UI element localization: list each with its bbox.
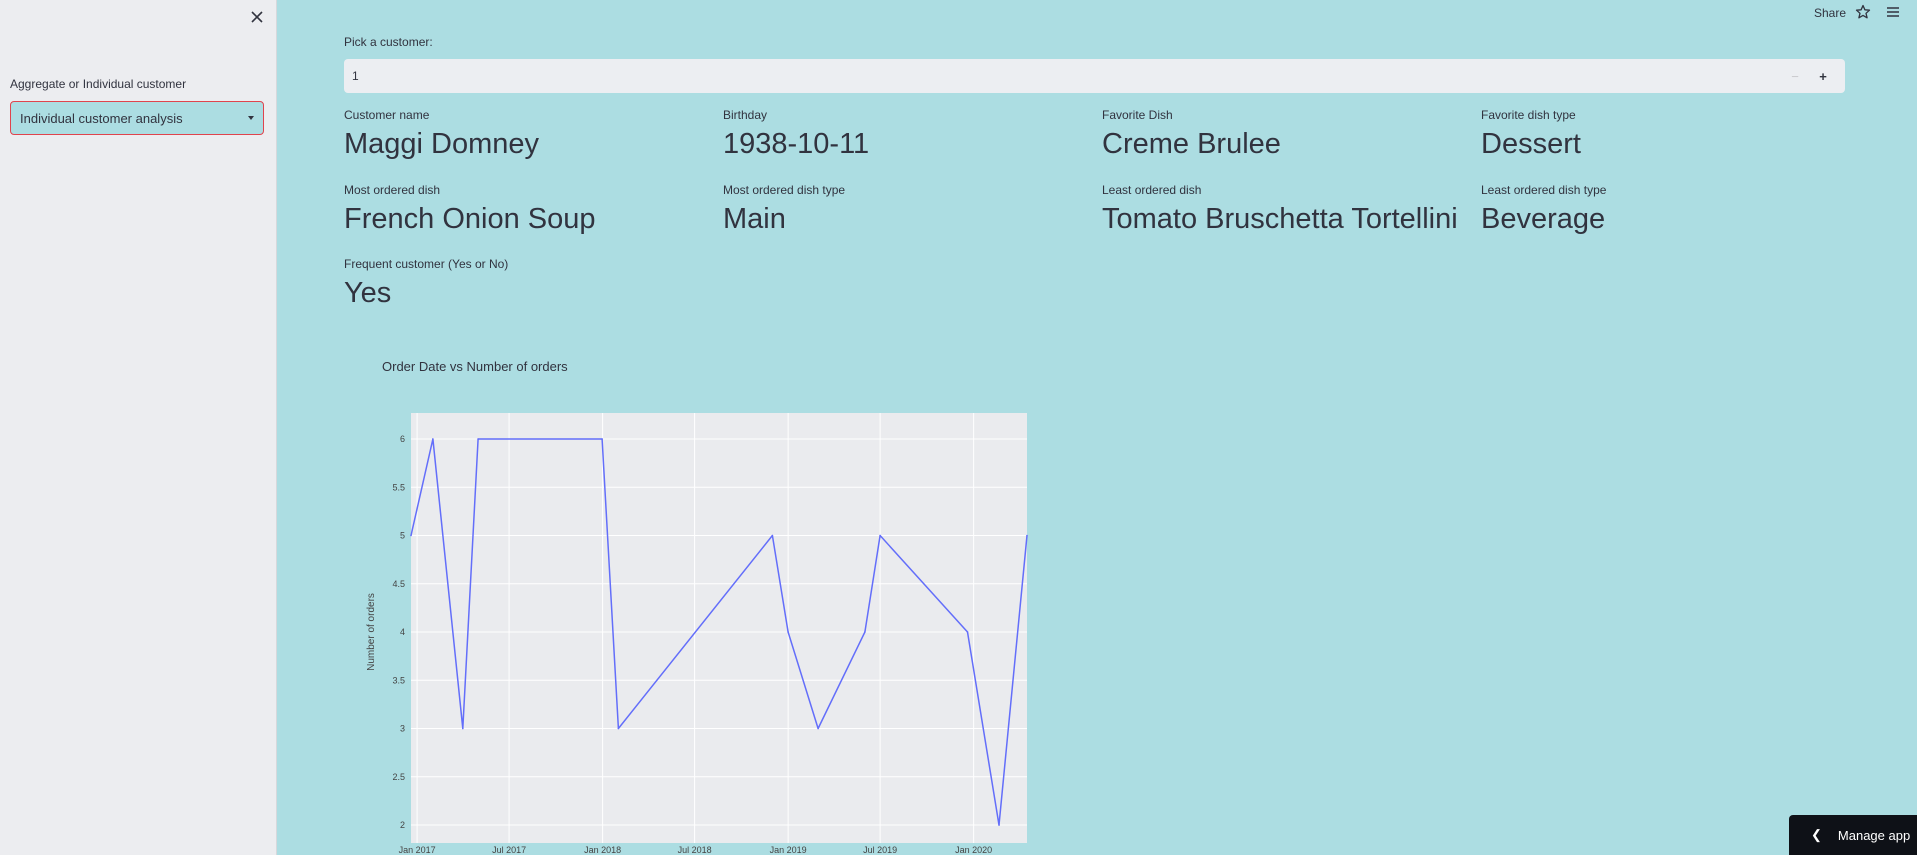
manage-app-label: Manage app	[1837, 827, 1911, 843]
data-point	[864, 631, 866, 633]
metric-favorite-dish: Favorite Dish Creme Brulee	[1102, 108, 1281, 161]
x-tick-label: Jan 2017	[399, 845, 436, 855]
customer-number-value[interactable]: 1	[352, 69, 1781, 83]
data-point	[1026, 534, 1028, 537]
metric-value: French Onion Soup	[344, 203, 596, 235]
x-tick-label: Jul 2018	[678, 845, 712, 855]
x-tick-label: Jan 2019	[770, 845, 807, 855]
data-point	[432, 438, 434, 440]
data-point	[879, 534, 881, 537]
data-point	[477, 438, 479, 440]
y-tick-label: 4.5	[392, 579, 405, 589]
metric-most-ordered-dish-type: Most ordered dish type Main	[723, 183, 845, 236]
star-icon[interactable]	[1855, 4, 1871, 25]
metric-value: Maggi Domney	[344, 128, 540, 160]
metric-label: Most ordered dish type	[723, 183, 846, 197]
metric-label: Customer name	[344, 108, 430, 122]
metric-value: Beverage	[1481, 203, 1606, 235]
metric-label: Birthday	[723, 108, 768, 122]
order-date-line-chart[interactable]: 2 2.5 3 3.5 4 4.5 5 5.5 6 Jan 2017 Jul 2017 Jan 201…	[355, 405, 1035, 855]
chart-title: Order Date vs Number of orders	[382, 359, 568, 374]
metric-value: Yes	[344, 277, 392, 309]
y-tick-label: 6	[400, 434, 405, 444]
x-tick-label: Jul 2019	[863, 845, 897, 855]
metric-least-ordered-dish-type: Least ordered dish type Beverage	[1481, 183, 1606, 236]
sidebar: Aggregate or Individual customer Individ…	[0, 0, 277, 855]
data-point	[410, 534, 412, 537]
y-tick-label: 4	[400, 627, 405, 637]
metric-label: Least ordered dish type	[1481, 183, 1607, 197]
manage-app-button[interactable]: ❮ Manage app	[1789, 815, 1917, 855]
y-tick-label: 5	[400, 531, 405, 541]
metric-value: Creme Brulee	[1102, 128, 1281, 160]
metric-least-ordered-dish: Least ordered dish Tomato Bruschetta Tor…	[1102, 183, 1458, 236]
analysis-mode-value: Individual customer analysis	[20, 110, 183, 126]
metric-birthday: Birthday 1938-10-11	[723, 108, 869, 161]
metric-value: Tomato Bruschetta Tortellini	[1102, 203, 1458, 235]
metric-customer-name: Customer name Maggi Domney	[344, 108, 539, 161]
y-tick-label: 2.5	[392, 772, 405, 782]
y-tick-label: 3	[400, 724, 405, 734]
metric-value: Dessert	[1481, 128, 1581, 160]
metric-frequent-customer: Frequent customer (Yes or No) Yes	[344, 257, 508, 310]
data-point	[462, 727, 464, 730]
data-point	[966, 631, 969, 633]
y-tick-label: 3.5	[392, 675, 405, 685]
data-point	[771, 534, 774, 537]
metric-label: Favorite dish type	[1481, 108, 1576, 122]
metric-favorite-dish-type: Favorite dish type Dessert	[1481, 108, 1581, 161]
customer-number-input[interactable]: 1 − +	[344, 59, 1845, 93]
metric-label: Most ordered dish	[344, 183, 441, 197]
data-point	[817, 727, 819, 730]
customer-picker-label: Pick a customer:	[344, 35, 433, 49]
y-tick-label: 5.5	[392, 482, 405, 492]
plot-background	[411, 413, 1027, 843]
chevron-left-icon: ❮	[1811, 827, 1822, 842]
close-icon[interactable]	[244, 4, 270, 30]
data-point	[617, 727, 620, 730]
analysis-mode-select[interactable]: Individual customer analysis	[10, 101, 264, 135]
decrement-button[interactable]: −	[1781, 59, 1809, 93]
metric-value: Main	[723, 203, 786, 235]
x-tick-label: Jan 2020	[955, 845, 992, 855]
chevron-down-icon	[248, 116, 254, 120]
increment-button[interactable]: +	[1809, 59, 1837, 93]
share-button[interactable]: Share	[1814, 6, 1846, 20]
analysis-mode-label: Aggregate or Individual customer	[10, 77, 187, 91]
y-axis-label: Number of orders	[366, 593, 377, 671]
metric-label: Least ordered dish	[1102, 183, 1202, 197]
x-tick-label: Jul 2017	[492, 845, 526, 855]
metric-label: Frequent customer (Yes or No)	[344, 257, 509, 271]
y-tick-label: 2	[400, 820, 405, 830]
metric-most-ordered-dish: Most ordered dish French Onion Soup	[344, 183, 595, 236]
metric-label: Favorite Dish	[1102, 108, 1173, 122]
data-point	[998, 824, 1000, 826]
data-point	[601, 438, 603, 440]
data-point	[787, 631, 789, 633]
x-tick-label: Jan 2018	[584, 845, 621, 855]
metric-value: 1938-10-11	[723, 128, 870, 160]
hamburger-menu-icon[interactable]	[1885, 4, 1901, 25]
